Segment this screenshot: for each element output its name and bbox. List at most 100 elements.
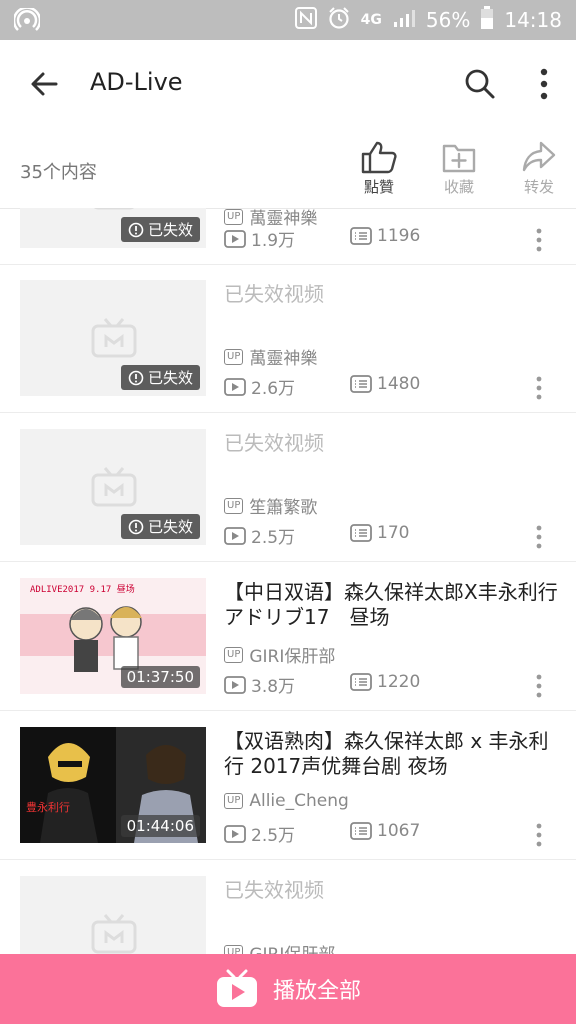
nfc-icon [294, 6, 317, 34]
danmaku-icon [350, 375, 372, 393]
uploader-name: Allie_Cheng [249, 791, 349, 811]
video-stats: 3.8万 1220 [224, 672, 544, 697]
item-more-icon[interactable] [534, 823, 544, 847]
tv-placeholder-icon [91, 914, 137, 954]
video-stats: 2.5万 170 [224, 523, 544, 548]
favorite-label: 收藏 [443, 178, 474, 196]
list-item[interactable]: 已失效视频 UP GIRI保肝部 [0, 860, 576, 954]
uploader: UP GIRI保肝部 [224, 940, 335, 954]
invalid-badge: 已失效 [120, 514, 200, 539]
add-folder-icon [442, 144, 476, 173]
video-stats: 1.9万 1196 [224, 226, 544, 251]
list-item[interactable]: ADLIVE2017 9.17 昼场 01:37:50 【中日双语】森久保祥太郎… [0, 562, 576, 711]
uploader: UP 笙簫繁歌 [224, 493, 317, 518]
play-count-icon [224, 824, 246, 843]
search-icon[interactable] [462, 66, 498, 102]
content-count: 35个内容 [20, 162, 97, 183]
battery-icon [480, 5, 494, 35]
favorite-button[interactable]: 收藏 [429, 140, 489, 197]
uploader: UP 萬靈神樂 [224, 344, 317, 369]
play-count: 2.6万 [224, 374, 295, 399]
thumbnail-caption: 豊永利行 [26, 801, 70, 814]
danmaku-icon [350, 673, 372, 691]
playlist-action-bar: 35个内容 點贊 收藏 转发 [0, 128, 576, 209]
video-stats: 2.5万 1067 [224, 821, 544, 846]
play-count: 1.9万 [224, 226, 295, 251]
alert-icon [128, 370, 144, 385]
danmaku-count: 170 [350, 523, 409, 543]
danmaku-count: 1067 [350, 821, 420, 841]
video-title: 已失效视频 [224, 878, 324, 902]
alert-icon [128, 222, 144, 237]
share-arrow-icon [522, 141, 556, 172]
alarm-icon [327, 6, 351, 35]
play-count-icon [224, 229, 246, 248]
play-all-button[interactable]: 播放全部 [0, 954, 576, 1024]
like-button[interactable]: 點贊 [349, 140, 409, 197]
invalid-badge: 已失效 [120, 365, 200, 390]
play-count: 3.8万 [224, 672, 295, 697]
up-tag: UP [224, 348, 244, 365]
play-count-icon [224, 675, 246, 694]
item-more-icon[interactable] [534, 228, 544, 252]
danmaku-count: 1480 [350, 374, 420, 394]
alert-icon [128, 519, 144, 534]
play-count: 2.5万 [224, 523, 295, 548]
play-count: 2.5万 [224, 821, 295, 846]
tv-play-icon [216, 969, 257, 1007]
video-thumbnail: 已失效 [20, 429, 206, 545]
list-item[interactable]: 已失效 UP 萬靈神樂 1.9万 1196 [0, 208, 576, 265]
item-more-icon[interactable] [534, 674, 544, 698]
uploader: UP Allie_Cheng [224, 791, 349, 811]
danmaku-count: 1220 [350, 672, 420, 692]
video-title: 已失效视频 [224, 431, 324, 455]
video-title: 【双语熟肉】森久保祥太郎 x 丰永利行 2017声优舞台剧 夜场 [224, 729, 549, 778]
video-thumbnail: 豊永利行 01:44:06 [20, 727, 206, 843]
more-options-icon[interactable] [534, 66, 554, 102]
play-count-icon [224, 526, 246, 545]
signal-icon [392, 8, 416, 33]
danmaku-icon [350, 227, 372, 245]
tv-placeholder-icon [91, 318, 137, 358]
duration-badge: 01:37:50 [120, 666, 200, 688]
video-list: 已失效 UP 萬靈神樂 1.9万 1196 已失效 已失效视频 UP 萬靈神樂 … [0, 208, 576, 954]
list-item[interactable]: 已失效 已失效视频 UP 萬靈神樂 2.6万 1480 [0, 264, 576, 413]
play-all-label: 播放全部 [272, 979, 361, 1004]
thumbs-up-icon [361, 141, 397, 174]
back-arrow-icon[interactable] [26, 66, 62, 102]
list-item[interactable]: 豊永利行 01:44:06 【双语熟肉】森久保祥太郎 x 丰永利行 2017声优… [0, 711, 576, 860]
video-thumbnail: 已失效 [20, 280, 206, 396]
danmaku-icon [350, 822, 372, 840]
share-label: 转发 [523, 178, 554, 196]
up-tag: UP [224, 208, 244, 225]
uploader-name: 笙簫繁歌 [249, 498, 318, 518]
network-type: 4G [360, 12, 382, 28]
uploader-name: GIRI保肝部 [249, 940, 335, 954]
uploader-name: 萬靈神樂 [249, 349, 318, 369]
like-label: 點贊 [363, 178, 394, 196]
item-more-icon[interactable] [534, 376, 544, 400]
uploader: UP GIRI保肝部 [224, 642, 335, 667]
play-count-icon [224, 377, 246, 396]
video-thumbnail: 已失效 [20, 208, 206, 248]
tv-placeholder-icon [91, 467, 137, 507]
up-tag: UP [224, 497, 244, 514]
invalid-badge: 已失效 [120, 217, 200, 242]
share-button[interactable]: 转发 [509, 140, 569, 197]
app-header: AD-Live [0, 40, 576, 128]
clock: 14:18 [504, 8, 562, 32]
item-more-icon[interactable] [534, 525, 544, 549]
video-title: 【中日双语】森久保祥太郎X丰永利行 アドリブ17 昼场 [224, 580, 558, 629]
up-tag: UP [224, 793, 244, 809]
tv-placeholder-icon [93, 208, 135, 210]
status-bar: 4G 56% 14:18 [0, 0, 576, 40]
video-title: 已失效视频 [224, 282, 324, 306]
duration-badge: 01:44:06 [120, 815, 200, 837]
page-title: AD-Live [90, 68, 183, 96]
up-tag: UP [224, 944, 244, 954]
hotspot-icon [14, 8, 40, 31]
up-tag: UP [224, 646, 244, 663]
video-thumbnail [20, 876, 206, 954]
uploader-name: GIRI保肝部 [249, 647, 336, 667]
list-item[interactable]: 已失效 已失效视频 UP 笙簫繁歌 2.5万 170 [0, 413, 576, 562]
